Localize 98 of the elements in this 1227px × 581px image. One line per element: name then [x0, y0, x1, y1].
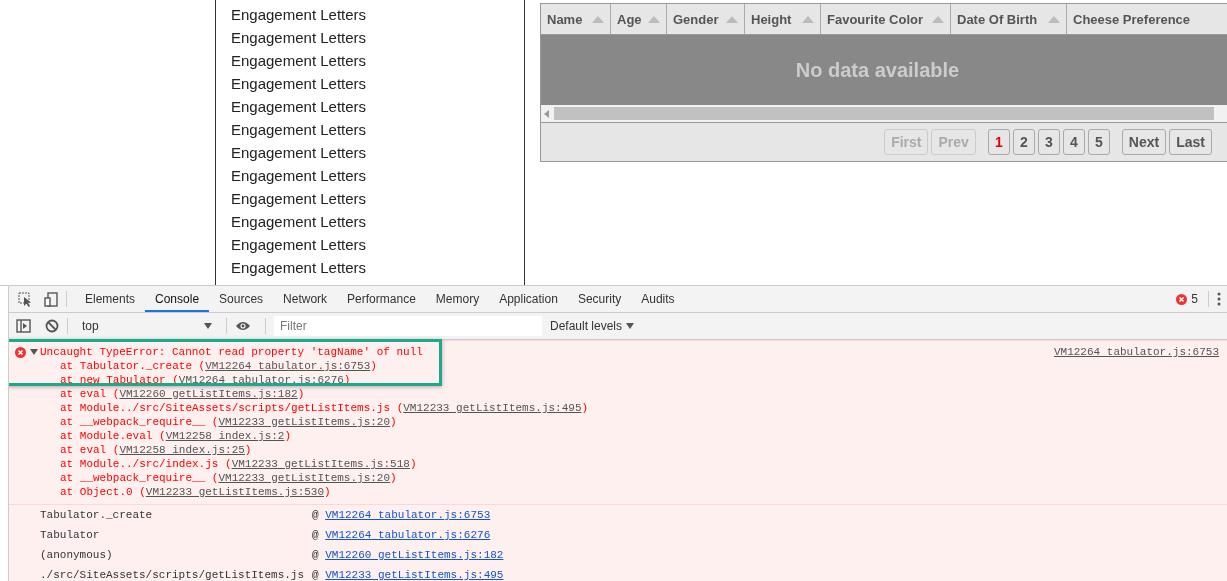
devtools-tab[interactable]: Elements — [75, 286, 146, 312]
list-item[interactable]: Engagement Letters — [231, 49, 524, 72]
call-stack-function: (anonymous) — [40, 548, 114, 563]
stack-trace-line: at Module.eval (VM12258 index.js:2) — [59, 429, 293, 443]
list-item[interactable]: Engagement Letters — [231, 187, 524, 210]
levels-dropdown[interactable]: Default levels — [550, 319, 635, 333]
column-header[interactable]: Name — [541, 4, 611, 34]
page-button[interactable]: 5 — [1087, 129, 1110, 155]
devtools-tab[interactable]: Performance — [337, 286, 426, 312]
sort-arrow-icon — [726, 15, 738, 23]
list-item[interactable]: Engagement Letters — [231, 26, 524, 49]
column-label: Cheese Preference — [1073, 11, 1191, 27]
list-item[interactable]: Engagement Letters — [231, 164, 524, 187]
expand-triangle-icon[interactable] — [30, 348, 38, 356]
list-item[interactable]: Engagement Letters — [231, 233, 524, 256]
stack-trace-line: at Object.0 (VM12233 getListItems.js:530) — [59, 485, 332, 499]
device-toolbar-icon[interactable] — [44, 291, 58, 307]
error-message: Uncaught TypeError: Cannot read property 'tagName' of null — [40, 345, 423, 359]
column-label: Height — [751, 11, 792, 27]
list-item[interactable]: Engagement Letters — [231, 118, 524, 141]
at-sign: @ — [312, 509, 320, 521]
column-header[interactable]: Gender — [667, 4, 745, 34]
source-link[interactable]: VM12264 tabulator.js:6753 — [1053, 345, 1221, 359]
caret-icon[interactable] — [626, 323, 635, 329]
error-icon[interactable] — [15, 346, 26, 358]
source-link[interactable]: VM12264 tabulator.js:6753 — [205, 360, 371, 372]
column-header[interactable]: Favourite Color — [821, 4, 951, 34]
call-stack-function: Tabulator._create — [40, 508, 154, 523]
sort-arrow-icon — [932, 15, 944, 23]
stack-trace-line: at eval (VM12260 getListItems.js:182) — [59, 387, 306, 401]
list-item[interactable]: Engagement Letters — [231, 72, 524, 95]
column-label: Name — [547, 11, 583, 27]
devtools-tab[interactable]: Sources — [209, 286, 274, 312]
error-icon[interactable] — [1176, 293, 1188, 305]
page-button[interactable]: 1 — [987, 129, 1010, 155]
at-sign: @ — [312, 529, 320, 541]
at-sign: @ — [312, 549, 320, 561]
scroll-left-arrow-icon — [544, 109, 550, 118]
devtools-tab[interactable]: Memory — [425, 286, 490, 312]
page-button[interactable]: 3 — [1037, 129, 1060, 155]
source-link[interactable]: VM12260 getListItems.js:182 — [119, 388, 298, 400]
source-link[interactable]: VM12258 index.js:2 — [165, 430, 285, 442]
empty-message: No data available — [795, 58, 960, 82]
list-item[interactable]: Engagement Letters — [231, 141, 524, 164]
source-link[interactable]: VM12233 getListItems.js:495 — [403, 402, 582, 414]
scrollbar-thumb[interactable] — [554, 107, 1214, 120]
filter-field[interactable]: Filter — [274, 316, 542, 336]
sort-arrow-icon — [648, 15, 660, 23]
call-stack-function: ./src/SiteAssets/scripts/getListItems.js — [40, 568, 306, 581]
list-item[interactable]: Engagement Letters — [231, 256, 524, 279]
clear-console-icon[interactable] — [45, 319, 59, 333]
at-sign: @ — [312, 569, 320, 581]
list-item[interactable]: Engagement Letters — [231, 95, 524, 118]
sort-arrow-icon — [592, 15, 604, 23]
stack-trace-line: at __webpack_require__ (VM12233 getListItems.js:20) — [59, 471, 398, 485]
devtools-tab[interactable]: Audits — [631, 286, 685, 312]
source-link[interactable]: VM12264 tabulator.js:6276 — [325, 529, 491, 541]
source-link[interactable]: VM12264 tabulator.js:6276 — [178, 374, 344, 386]
error-count: 5 — [1191, 292, 1198, 306]
source-link[interactable]: VM12260 getListItems.js:182 — [325, 549, 504, 561]
column-header[interactable]: Cheese Preference — [1067, 4, 1225, 34]
source-link[interactable]: VM12264 tabulator.js:6753 — [325, 509, 491, 521]
call-stack-function: Tabulator — [40, 528, 101, 543]
column-header[interactable]: Date Of Birth — [951, 4, 1067, 34]
column-header[interactable]: Height — [745, 4, 821, 34]
eye-icon[interactable] — [235, 320, 251, 332]
column-label: Age — [617, 11, 642, 27]
source-link[interactable]: VM12233 getListItems.js:518 — [231, 458, 410, 470]
column-header[interactable]: Age — [611, 4, 667, 34]
devtools-tab[interactable]: Security — [567, 286, 632, 312]
context-dropdown[interactable]: top — [76, 319, 218, 333]
list-item[interactable]: Engagement Letters — [231, 210, 524, 233]
source-link[interactable]: VM12233 getListItems.js:20 — [218, 472, 391, 484]
sidebar-toggle-icon[interactable] — [16, 319, 31, 333]
stack-trace-line: at __webpack_require__ (VM12233 getListItems.js:20) — [59, 415, 398, 429]
more-menu-icon[interactable] — [1217, 292, 1221, 306]
column-label: Date Of Birth — [957, 11, 1038, 27]
stack-trace-line: at Module../src/SiteAssets/scripts/getListItems.js (VM12233 getListItems.js:495) — [59, 401, 590, 415]
stack-trace-line: at eval (VM12258 index.js:25) — [59, 443, 253, 457]
inspect-icon[interactable] — [18, 291, 32, 307]
page-button[interactable]: 4 — [1062, 129, 1085, 155]
list-item[interactable]: Engagement Letters — [231, 3, 524, 26]
source-link[interactable]: VM12258 index.js:25 — [119, 444, 245, 456]
caret-icon[interactable] — [204, 323, 212, 329]
page-button[interactable]: 2 — [1012, 129, 1035, 155]
stack-trace-line: at Tabulator._create (VM12264 tabulator.js:6753) — [59, 359, 378, 373]
pager-button[interactable]: Last — [1169, 129, 1212, 155]
pager-button[interactable]: Next — [1121, 129, 1167, 155]
sort-arrow-icon — [802, 15, 814, 23]
source-link[interactable]: VM12233 getListItems.js:530 — [145, 486, 325, 498]
source-link[interactable]: VM12233 getListItems.js:495 — [325, 569, 504, 581]
stack-trace-line: at Module../src/index.js (VM12233 getListItems.js:518) — [59, 457, 418, 471]
column-label: Gender — [673, 11, 719, 27]
column-label: Favourite Color — [827, 11, 924, 27]
source-link[interactable]: VM12233 getListItems.js:20 — [218, 416, 391, 428]
sort-arrow-icon — [1048, 15, 1060, 23]
devtools-tab[interactable]: Application — [489, 286, 568, 312]
devtools-tab[interactable]: Network — [273, 286, 338, 312]
